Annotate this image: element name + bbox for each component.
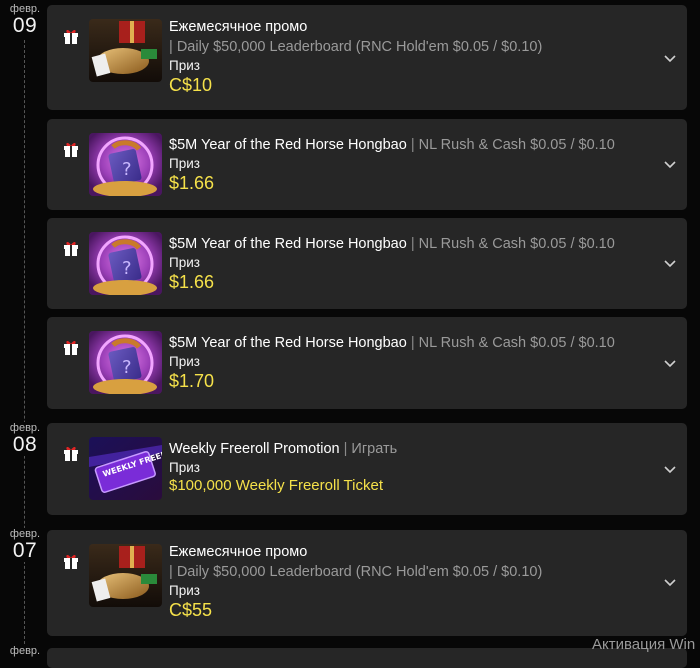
date-day: 07: [12, 539, 38, 562]
promo-title: Ежемесячное промо: [169, 544, 308, 560]
promo-title: Weekly Freeroll Promotion: [169, 441, 340, 457]
prize-value: $1.70: [169, 371, 215, 391]
chevron-down-icon[interactable]: [663, 575, 677, 589]
separator: |: [410, 236, 415, 252]
prize-value: $1.66: [169, 272, 215, 292]
prize-label: Приз: [169, 255, 200, 270]
prize-label: Приз: [169, 583, 200, 598]
promo-card[interactable]: Ежемесячное промо | Daily $50,000 Leader…: [47, 530, 687, 636]
promo-title: $5M Year of the Red Horse Hongbao: [169, 137, 407, 153]
promo-card[interactable]: [47, 648, 687, 668]
prize-label: Приз: [169, 58, 200, 73]
promo-subtitle: NL Rush & Cash $0.05 / $0.10: [418, 236, 615, 252]
date-day: 08: [12, 433, 38, 456]
promo-title: $5M Year of the Red Horse Hongbao: [169, 335, 407, 351]
date-day: 09: [12, 14, 38, 37]
date-marker: февр. 07: [2, 528, 48, 562]
promo-card[interactable]: Ежемесячное промо | Daily $50,000 Leader…: [47, 5, 687, 110]
separator: |: [169, 564, 173, 580]
prize-value: $100,000 Weekly Freeroll Ticket: [169, 477, 383, 494]
chevron-down-icon[interactable]: [663, 256, 677, 270]
promo-thumbnail: ?: [89, 232, 162, 295]
separator: |: [410, 137, 415, 153]
chevron-down-icon[interactable]: [663, 157, 677, 171]
prize-value: C$55: [169, 600, 213, 620]
prize-label: Приз: [169, 156, 200, 171]
svg-text:?: ?: [122, 159, 132, 180]
gift-icon: [64, 446, 78, 461]
promo-subtitle: NL Rush & Cash $0.05 / $0.10: [418, 335, 615, 351]
gift-icon: [64, 554, 78, 569]
promo-thumbnail: ?: [89, 331, 162, 394]
chevron-down-icon[interactable]: [663, 51, 677, 65]
promo-card[interactable]: ? $5M Year of the Red Horse Hongbao | NL…: [47, 317, 687, 409]
promo-subtitle: Daily $50,000 Leaderboard (RNC Hold'em $…: [176, 39, 543, 55]
prize-value: C$10: [169, 75, 213, 95]
promo-title: Ежемесячное промо: [169, 19, 308, 35]
gift-icon: [64, 29, 78, 44]
date-marker: февр.: [2, 645, 48, 657]
promo-thumbnail: ?: [89, 133, 162, 196]
svg-text:?: ?: [122, 357, 132, 378]
promo-title: $5M Year of the Red Horse Hongbao: [169, 236, 407, 252]
separator: |: [343, 441, 348, 457]
date-marker: февр. 09: [2, 3, 48, 37]
promo-thumbnail: [89, 544, 162, 607]
separator: |: [169, 39, 173, 55]
promo-subtitle: Daily $50,000 Leaderboard (RNC Hold'em $…: [176, 564, 543, 580]
gift-icon: [64, 142, 78, 157]
prize-label: Приз: [169, 354, 200, 369]
promo-subtitle[interactable]: Играть: [351, 441, 397, 457]
svg-text:?: ?: [122, 258, 132, 279]
gift-icon: [64, 340, 78, 355]
windows-activation-watermark: Активация Win: [592, 636, 696, 653]
promo-card[interactable]: ? $5M Year of the Red Horse Hongbao | NL…: [47, 119, 687, 210]
gift-icon: [64, 241, 78, 256]
promo-subtitle: NL Rush & Cash $0.05 / $0.10: [418, 137, 615, 153]
promo-card[interactable]: WEEKLY FREEROLL Weekly Freeroll Promotio…: [47, 423, 687, 515]
promo-thumbnail: WEEKLY FREEROLL: [89, 437, 162, 500]
date-month: февр.: [9, 645, 41, 657]
prize-label: Приз: [169, 460, 200, 475]
promo-thumbnail: [89, 19, 162, 82]
prize-value: $1.66: [169, 173, 215, 193]
chevron-down-icon[interactable]: [663, 356, 677, 370]
separator: |: [410, 335, 415, 351]
chevron-down-icon[interactable]: [663, 462, 677, 476]
date-marker: февр. 08: [2, 422, 48, 456]
promo-card[interactable]: ? $5M Year of the Red Horse Hongbao | NL…: [47, 218, 687, 309]
